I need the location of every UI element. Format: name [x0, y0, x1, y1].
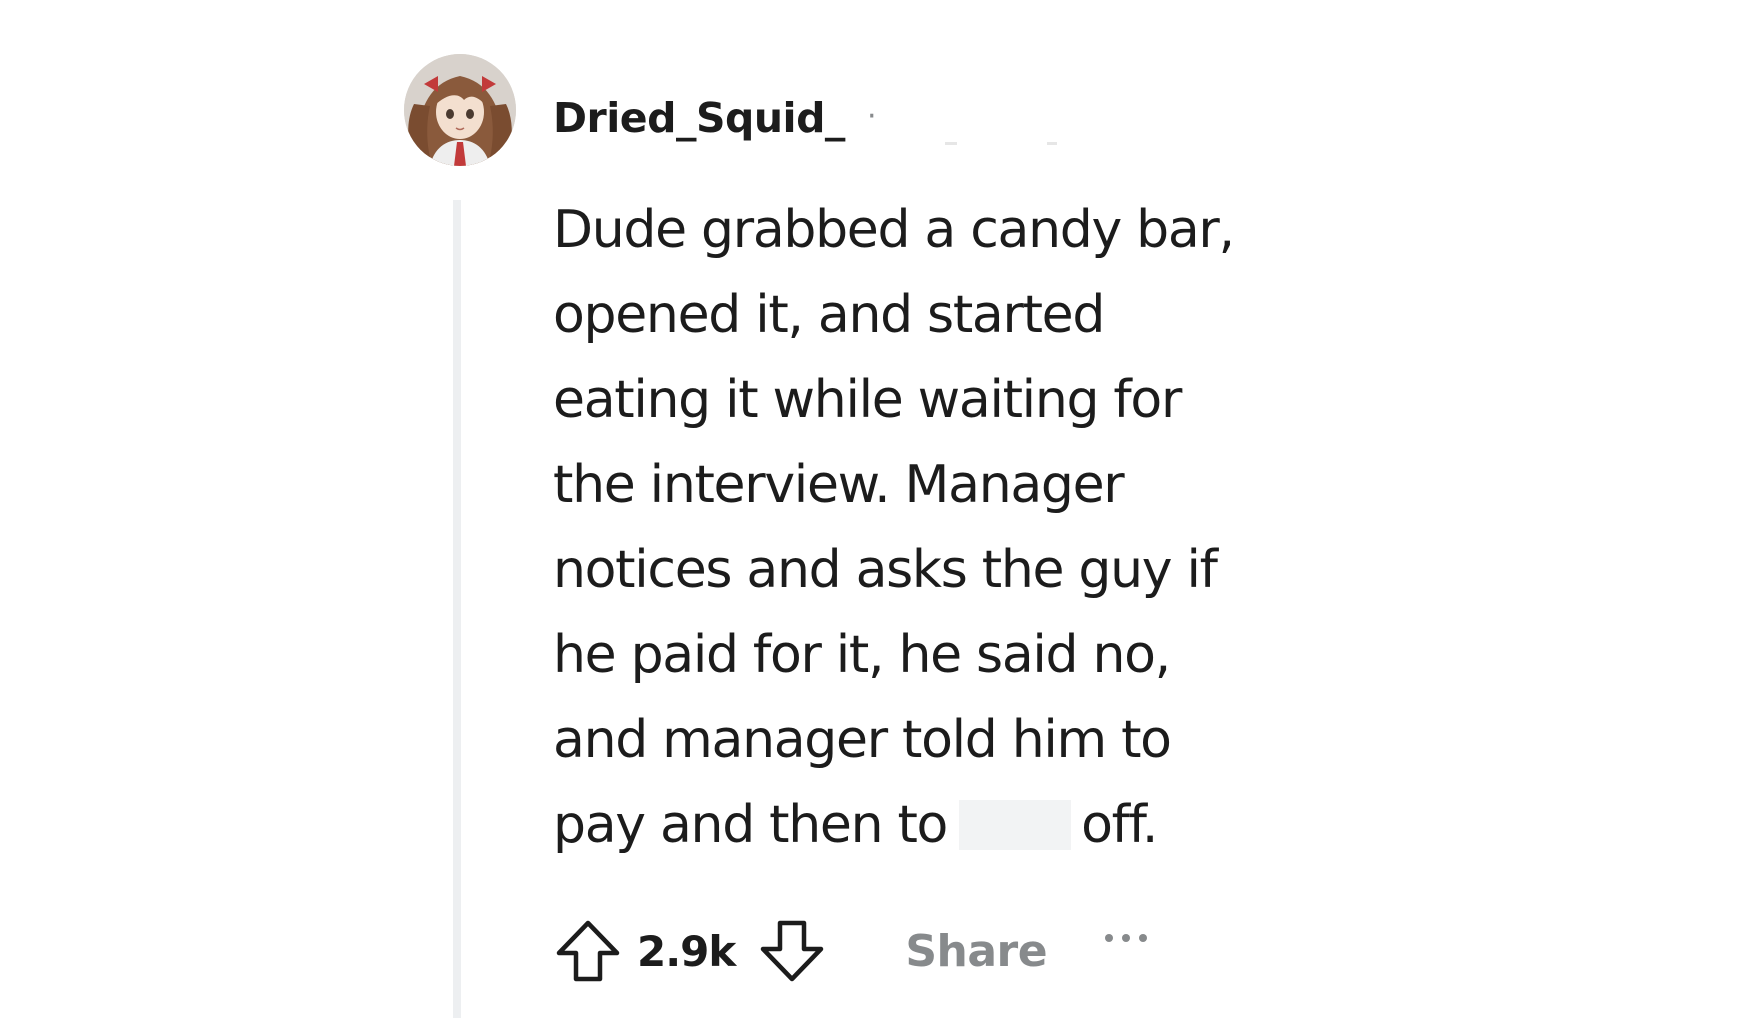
- vote-score: 2.9k: [637, 926, 736, 976]
- meta-separator: ·: [866, 98, 877, 134]
- downvote-arrow-icon[interactable]: [757, 916, 827, 986]
- comment-line: he paid for it, he said no,: [553, 625, 1171, 685]
- thread-collapse-line[interactable]: [453, 200, 461, 1018]
- dot: [1122, 934, 1131, 942]
- share-button[interactable]: Share: [905, 926, 1047, 977]
- comment-last-line: pay and then to off.: [553, 783, 1313, 868]
- comment-body: Dude grabbed a candy bar, opened it, and…: [553, 188, 1313, 868]
- username-link[interactable]: Dried_Squid_: [553, 94, 845, 142]
- avatar-illustration-icon: [404, 54, 516, 166]
- comment: Dried_Squid_ · Dude grabbed a candy bar,…: [0, 0, 1760, 1018]
- comment-line: opened it, and started: [553, 285, 1105, 345]
- redacted-timestamp: [945, 142, 1057, 145]
- censored-word: [959, 800, 1072, 850]
- comment-line: Dude grabbed a candy bar,: [553, 200, 1235, 260]
- comment-header: Dried_Squid_ ·: [553, 88, 876, 148]
- comment-actions: 2.9k Share: [553, 916, 1148, 986]
- comment-line: notices and asks the guy if: [553, 540, 1218, 600]
- user-avatar[interactable]: [404, 54, 516, 166]
- comment-line: and manager told him to: [553, 710, 1172, 770]
- dot: [1105, 934, 1114, 942]
- ellipsis-icon[interactable]: [1105, 934, 1148, 942]
- upvote-arrow-icon[interactable]: [553, 916, 623, 986]
- comment-line-after-censor: off.: [1081, 795, 1158, 855]
- dot: [1139, 934, 1148, 942]
- comment-line: eating it while waiting for: [553, 370, 1182, 430]
- comment-line-before-censor: pay and then to: [553, 795, 948, 855]
- comment-line: the interview. Manager: [553, 455, 1125, 515]
